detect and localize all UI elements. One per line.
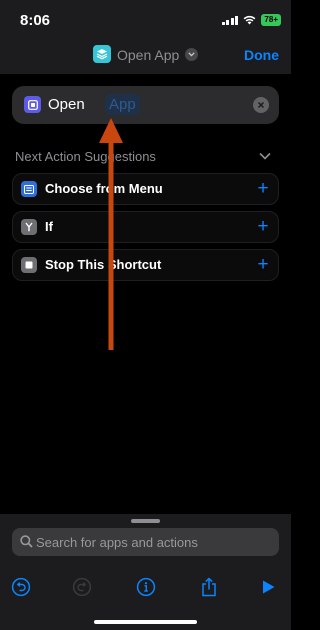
add-action-plus-icon[interactable]: + [255, 255, 271, 275]
search-input[interactable]: Search for apps and actions [12, 528, 279, 556]
suggestion-label: Choose from Menu [45, 181, 163, 196]
open-app-action-card[interactable]: Open App [12, 86, 279, 124]
editor-toolbar [0, 570, 291, 610]
info-icon[interactable] [135, 576, 157, 598]
home-indicator [94, 620, 197, 624]
suggestion-label: Stop This Shortcut [45, 257, 162, 272]
layers-icon [96, 49, 108, 60]
suggestion-stop-this-shortcut[interactable]: Stop This Shortcut + [12, 249, 279, 281]
done-button[interactable]: Done [244, 47, 279, 63]
stop-icon [21, 257, 37, 273]
suggestions-header: Next Action Suggestions [15, 149, 156, 164]
remove-action-icon[interactable] [253, 97, 269, 113]
collapse-chevron-icon[interactable] [259, 152, 271, 160]
play-icon[interactable] [257, 576, 279, 598]
status-icons: 78+ [221, 14, 281, 26]
status-bar: 8:06 78+ [0, 0, 291, 40]
undo-icon[interactable] [10, 576, 32, 598]
sheet-grabber[interactable] [131, 519, 160, 523]
app-parameter-token[interactable]: App [105, 94, 140, 115]
actions-sheet: Search for apps and actions [0, 514, 291, 630]
open-app-icon [24, 96, 41, 113]
suggestion-if[interactable]: If + [12, 211, 279, 243]
add-action-plus-icon[interactable]: + [255, 217, 271, 237]
suggestion-choose-from-menu[interactable]: Choose from Menu + [12, 173, 279, 205]
battery-indicator: 78+ [261, 14, 281, 26]
editor-header: Open App Done [0, 40, 291, 74]
add-action-plus-icon[interactable]: + [255, 179, 271, 199]
status-time: 8:06 [20, 12, 51, 29]
redo-icon[interactable] [71, 576, 93, 598]
action-verb: Open [48, 96, 85, 113]
wifi-icon [244, 15, 256, 25]
suggestion-label: If [45, 219, 53, 234]
title-menu-chevron-icon[interactable] [185, 48, 198, 61]
menu-list-icon [21, 181, 37, 197]
share-icon[interactable] [198, 576, 220, 598]
shortcut-title[interactable]: Open App [117, 47, 179, 63]
shortcut-icon[interactable] [93, 45, 111, 63]
cellular-signal-icon [221, 15, 239, 25]
branch-icon [21, 219, 37, 235]
search-icon [20, 535, 33, 548]
search-placeholder: Search for apps and actions [36, 535, 198, 550]
